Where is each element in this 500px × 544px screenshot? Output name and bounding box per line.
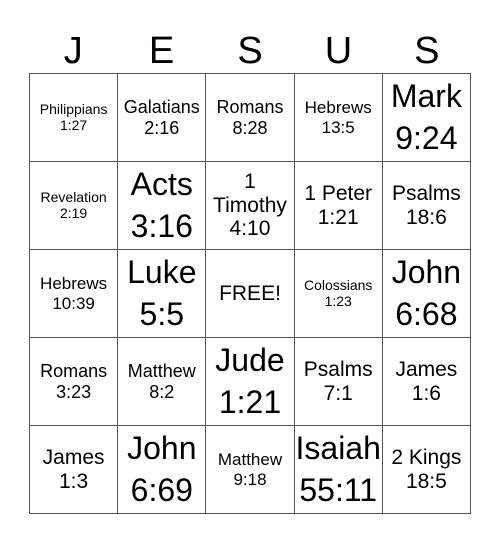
bingo-cell[interactable]: 2 Kings 18:5 xyxy=(382,426,471,514)
bingo-cell-label: John 6:69 xyxy=(127,429,197,508)
bingo-cell[interactable]: James 1:6 xyxy=(382,338,471,426)
bingo-cell[interactable]: John 6:68 xyxy=(382,250,471,338)
bingo-cell-label: FREE! xyxy=(219,281,281,305)
bingo-cell-label: Matthew 8:2 xyxy=(127,361,196,402)
bingo-cell-label: Isaiah 55:11 xyxy=(295,429,381,508)
bingo-cell-free[interactable]: FREE! xyxy=(206,250,295,338)
bingo-cell-label: 2 Kings 18:5 xyxy=(391,445,462,493)
bingo-cell-label: Matthew 9:18 xyxy=(217,450,283,489)
bingo-cell[interactable]: Galatians 2:16 xyxy=(118,74,207,162)
bingo-cell[interactable]: 1 Timothy 4:10 xyxy=(206,162,295,250)
bingo-cell[interactable]: Psalms 18:6 xyxy=(382,162,471,250)
bingo-cell[interactable]: Jude 1:21 xyxy=(206,338,295,426)
header-letter-s2: S xyxy=(414,30,440,72)
bingo-cell-label: Romans 8:28 xyxy=(216,97,284,138)
bingo-cell[interactable]: Matthew 8:2 xyxy=(118,338,207,426)
header-letter-e: E xyxy=(148,30,175,72)
bingo-cell-label: Colossians 1:23 xyxy=(303,276,373,309)
bingo-cell[interactable]: Romans 3:23 xyxy=(30,338,119,426)
bingo-cell[interactable]: 1 Peter 1:21 xyxy=(294,162,383,250)
bingo-cell[interactable]: Hebrews 10:39 xyxy=(30,250,119,338)
bingo-cell[interactable]: Luke 5:5 xyxy=(118,250,207,338)
header-letter-j: J xyxy=(63,30,83,72)
bingo-cell-label: Revelation 2:19 xyxy=(40,188,107,221)
bingo-cell[interactable]: Hebrews 13:5 xyxy=(294,74,383,162)
bingo-cell-label: Hebrews 13:5 xyxy=(304,98,372,137)
bingo-cell-label: Luke 5:5 xyxy=(127,253,197,332)
bingo-cell[interactable]: Philippians 1:27 xyxy=(30,74,119,162)
bingo-cell-label: Psalms 18:6 xyxy=(391,181,461,229)
header-letter-s: S xyxy=(237,30,263,72)
bingo-cell-label: James 1:6 xyxy=(395,357,458,405)
bingo-cell[interactable]: James 1:3 xyxy=(30,426,119,514)
bingo-cell-label: Hebrews 10:39 xyxy=(40,274,108,313)
bingo-cell-label: Philippians 1:27 xyxy=(39,100,108,133)
bingo-cell-label: Acts 3:16 xyxy=(130,165,193,244)
bingo-cell-label: Mark 9:24 xyxy=(390,77,462,156)
bingo-cell-label: John 6:68 xyxy=(391,253,462,332)
bingo-cell[interactable]: Romans 8:28 xyxy=(206,74,295,162)
bingo-cell-label: 1 Timothy 4:10 xyxy=(213,170,287,241)
bingo-cell-label: Jude 1:21 xyxy=(215,341,285,420)
bingo-cell-label: Galatians 2:16 xyxy=(123,97,200,138)
bingo-cell[interactable]: Isaiah 55:11 xyxy=(294,426,383,514)
bingo-cell-label: James 1:3 xyxy=(42,445,105,493)
bingo-cell-label: Psalms 7:1 xyxy=(303,357,373,405)
bingo-cell[interactable]: Psalms 7:1 xyxy=(294,338,383,426)
bingo-cell[interactable]: John 6:69 xyxy=(118,426,207,514)
bingo-cell[interactable]: Acts 3:16 xyxy=(118,162,207,250)
header-letter-u: U xyxy=(324,30,353,72)
bingo-cell[interactable]: Revelation 2:19 xyxy=(30,162,119,250)
bingo-cell[interactable]: Matthew 9:18 xyxy=(206,426,295,514)
bingo-cell[interactable]: Mark 9:24 xyxy=(382,74,471,162)
bingo-cell[interactable]: Colossians 1:23 xyxy=(294,250,383,338)
bingo-cell-label: 1 Peter 1:21 xyxy=(304,181,373,229)
bingo-card-grid: Philippians 1:27 Galatians 2:16 Romans 8:2… xyxy=(29,73,471,514)
bingo-header: J E S U S xyxy=(29,30,471,73)
bingo-cell-label: Romans 3:23 xyxy=(40,361,108,402)
